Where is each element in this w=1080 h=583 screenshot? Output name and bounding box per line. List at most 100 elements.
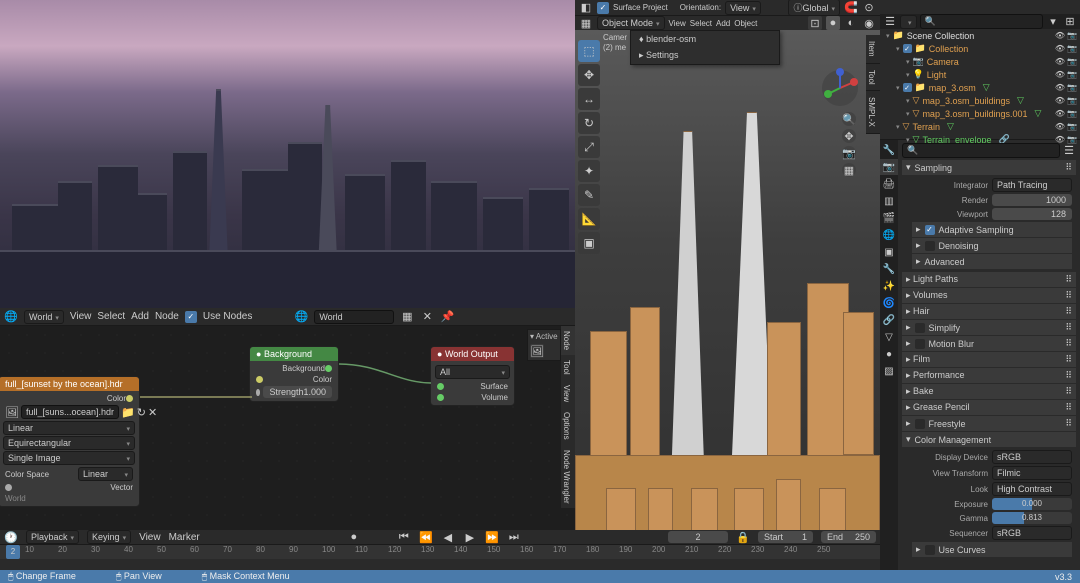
lock-range-icon[interactable]: 🔒 <box>736 530 750 544</box>
panel-light-paths[interactable]: ▸ Light Paths⠿ <box>902 272 1076 287</box>
tab-physics[interactable]: 🌀 <box>880 295 898 311</box>
socket-out-color[interactable] <box>126 395 133 402</box>
panel-color-management[interactable]: ▾ Color Management <box>902 432 1076 447</box>
tree-row[interactable]: ▾ 📁 Scene Collection 👁📷 <box>880 29 1080 42</box>
tree-row[interactable]: ▾ 📷 Camera 👁📷 <box>880 55 1080 68</box>
socket-out-bg[interactable] <box>325 365 332 372</box>
world-datablock[interactable]: World <box>314 310 394 324</box>
tab-output[interactable]: 🖨 <box>880 176 898 192</box>
tool-measure[interactable]: 📐 <box>578 208 600 230</box>
view-transform-dropdown[interactable]: Filmic <box>992 466 1072 480</box>
colorspace-dropdown[interactable]: Linear <box>78 467 133 481</box>
tab-data[interactable]: ▽ <box>880 329 898 345</box>
tool-move[interactable]: ↔ <box>578 88 600 110</box>
socket-in-volume[interactable] <box>437 394 444 401</box>
menu-view[interactable]: View <box>139 532 161 543</box>
prev-key-icon[interactable]: ⏪ <box>419 530 433 544</box>
tool-transform[interactable]: ✦ <box>578 160 600 182</box>
options-icon[interactable]: ☰ <box>1062 143 1076 157</box>
exposure-slider[interactable]: 0.000 <box>992 498 1072 510</box>
tab-viewlayer[interactable]: ▥ <box>880 193 898 209</box>
node-background[interactable]: ● Background Background Color Strength1.… <box>249 346 339 402</box>
mode-dropdown[interactable]: Object Mode <box>597 16 665 30</box>
sequencer-dropdown[interactable]: sRGB <box>992 526 1072 540</box>
panel-bake[interactable]: ▸ Bake⠿ <box>902 384 1076 399</box>
panel-sampling[interactable]: ▾ Sampling⠿ <box>902 160 1076 175</box>
side-tab-view[interactable]: View <box>561 380 575 407</box>
socket-vector-in[interactable] <box>5 484 12 491</box>
menu-item-settings[interactable]: ▸ Settings <box>631 47 779 64</box>
tool-scale[interactable]: ⤢ <box>578 136 600 158</box>
tab-texture[interactable]: ▨ <box>880 363 898 379</box>
side-tab-tool[interactable]: Tool <box>561 355 575 380</box>
playback-dropdown[interactable]: Playback <box>26 530 79 544</box>
tool-select-box[interactable]: ⬚ <box>578 40 600 62</box>
camera-icon[interactable]: 📷 <box>842 146 856 160</box>
nav-gizmo[interactable] <box>820 68 860 108</box>
node-canvas[interactable]: full_[sunset by the ocean].hdr Color 🖼 f… <box>0 326 575 530</box>
panel-grease-pencil[interactable]: ▸ Grease Pencil⠿ <box>902 400 1076 415</box>
timeline-ruler[interactable]: 2 10203040506070809010011012013014015016… <box>0 545 880 559</box>
perspective-icon[interactable]: ▦ <box>842 163 856 177</box>
render-samples[interactable]: 1000 <box>992 194 1072 206</box>
mode-icon[interactable]: ▦ <box>579 16 593 30</box>
display-device-dropdown[interactable]: sRGB <box>992 450 1072 464</box>
single-image-dropdown[interactable]: Single Image <box>3 451 135 465</box>
shading-rendered-icon[interactable]: ◉ <box>862 16 876 30</box>
tab-object[interactable]: ▣ <box>880 244 898 260</box>
side-tab-smplx[interactable]: SMPL-X <box>866 91 880 134</box>
tab-material[interactable]: ● <box>880 346 898 362</box>
panel-performance[interactable]: ▸ Performance⠿ <box>902 368 1076 383</box>
keying-dropdown[interactable]: Keying <box>87 530 131 544</box>
jump-start-icon[interactable]: ⏮ <box>397 530 411 544</box>
target-dropdown[interactable]: All <box>435 365 510 379</box>
panel-film[interactable]: ▸ Film⠿ <box>902 352 1076 367</box>
next-key-icon[interactable]: ⏩ <box>485 530 499 544</box>
tool-cursor[interactable]: ✥ <box>578 64 600 86</box>
menu-add[interactable]: Add <box>716 19 730 28</box>
move-icon[interactable]: ✥ <box>842 129 856 143</box>
outliner-icon[interactable]: ☰ <box>883 15 897 29</box>
integrator-dropdown[interactable]: Path Tracing <box>992 178 1072 192</box>
shading-material-icon[interactable]: ◐ <box>844 16 858 30</box>
tab-scene[interactable]: 🎬 <box>880 210 898 226</box>
tab-world[interactable]: 🌐 <box>880 227 898 243</box>
node-world-output[interactable]: ● World Output All Surface Volume <box>430 346 515 406</box>
pin-icon[interactable]: 📌 <box>440 310 454 324</box>
new-collection-icon[interactable]: ⊞ <box>1063 15 1077 29</box>
reload-icon[interactable]: ↻ <box>137 405 146 419</box>
filter-icon[interactable]: ▾ <box>1046 15 1060 29</box>
outliner-tree[interactable]: ▾ 📁 Scene Collection 👁📷 ▾ ✓ 📁 Collection… <box>880 29 1080 146</box>
global-dropdown[interactable]: ⓘ Global <box>788 0 840 16</box>
strength-slider[interactable]: Strength1.000 <box>263 386 332 398</box>
snap-icon[interactable]: 🧲 <box>844 1 858 15</box>
tab-constraints[interactable]: 🔗 <box>880 312 898 328</box>
panel-adaptive[interactable]: ▸ ✓ Adaptive Sampling <box>912 222 1072 237</box>
viewport-samples[interactable]: 128 <box>992 208 1072 220</box>
node-environment-texture[interactable]: full_[sunset by the ocean].hdr Color 🖼 f… <box>0 376 140 507</box>
menu-marker[interactable]: Marker <box>169 532 200 543</box>
projection-dropdown[interactable]: Linear <box>3 421 135 435</box>
shading-wire-icon[interactable]: ⊡ <box>808 16 822 30</box>
properties-search[interactable]: 🔍 <box>902 143 1060 158</box>
play-icon[interactable]: ▶ <box>463 530 477 544</box>
play-rev-icon[interactable]: ◀ <box>441 530 455 544</box>
panel-motion-blur[interactable]: ▸ Motion Blur⠿ <box>902 336 1076 351</box>
orientation-dropdown[interactable]: View <box>725 1 761 15</box>
zoom-icon[interactable]: 🔍 <box>842 112 856 126</box>
panel-hair[interactable]: ▸ Hair⠿ <box>902 304 1076 319</box>
tool-add-cube[interactable]: ▣ <box>578 232 600 254</box>
tree-row[interactable]: ▾ 💡 Light 👁📷 <box>880 68 1080 81</box>
panel-freestyle[interactable]: ▸ Freestyle⠿ <box>902 416 1076 431</box>
tool-annotate[interactable]: ✎ <box>578 184 600 206</box>
socket-in-color[interactable] <box>256 376 263 383</box>
viewport-canvas[interactable]: Camer (2) me ♦ blender-osm ▸ Settings <box>575 30 880 560</box>
interpolation-dropdown[interactable]: Equirectangular <box>3 436 135 450</box>
folder-icon[interactable]: 📁 <box>121 405 135 419</box>
tab-render-props[interactable]: 📷 <box>880 159 898 175</box>
side-tab-options[interactable]: Options <box>561 407 575 445</box>
tree-row[interactable]: ▾ ✓ 📁 map_3.osm ▽ 👁📷 <box>880 81 1080 94</box>
surface-project-checkbox[interactable]: ✓ <box>597 2 609 14</box>
menu-view[interactable]: View <box>669 19 686 28</box>
panel-advanced[interactable]: ▸ Advanced <box>912 254 1072 269</box>
